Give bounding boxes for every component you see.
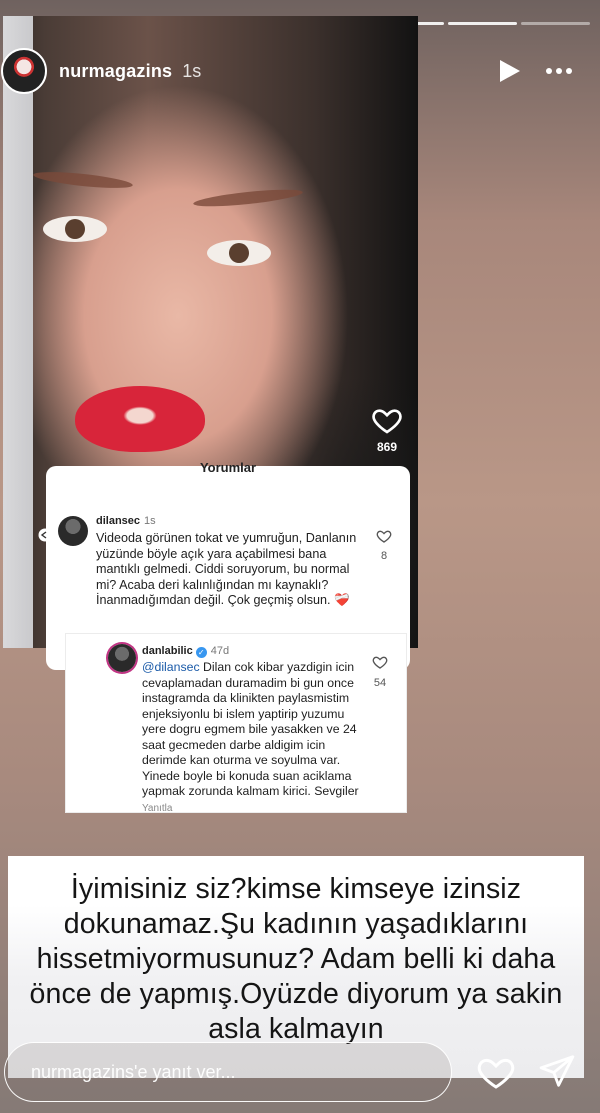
reply-mention[interactable]: @dilansec bbox=[142, 660, 200, 674]
face-lips bbox=[75, 386, 205, 452]
reply-age: 47d bbox=[210, 645, 230, 657]
story-time: 1s bbox=[182, 60, 202, 81]
reply-like-heart-icon[interactable] bbox=[372, 654, 388, 670]
reply-body: Dilan cok kibar yazdigin icin cevaplamad… bbox=[142, 660, 359, 798]
face-eye-left bbox=[43, 216, 107, 242]
heart-icon[interactable] bbox=[476, 1052, 516, 1092]
video-like-count: 869 bbox=[376, 440, 398, 454]
story-username[interactable]: nurmagazins bbox=[59, 61, 172, 82]
reply-input-placeholder: nurmagazins'e yanıt ver... bbox=[31, 1061, 236, 1082]
video-edge-strip bbox=[3, 16, 33, 648]
story-header: nurmagazins 1s bbox=[0, 44, 600, 98]
more-icon[interactable] bbox=[546, 68, 572, 74]
reply-arrow-icon bbox=[38, 528, 52, 542]
reply-username[interactable]: danlabilic bbox=[142, 645, 193, 657]
verified-badge-icon: ✓ bbox=[195, 647, 207, 658]
comment-text: Videoda görünen tokat ve yumruğun, Danla… bbox=[96, 531, 357, 607]
reply-card: danlabilic ✓ 47d @dilansec Dilan cok kibar… bbox=[66, 634, 406, 814]
play-icon[interactable] bbox=[500, 60, 520, 82]
send-icon[interactable] bbox=[538, 1052, 576, 1090]
reply-link[interactable]: Yanıtla bbox=[142, 803, 172, 814]
comment-like-heart-icon[interactable] bbox=[376, 528, 392, 544]
avatar[interactable] bbox=[1, 48, 47, 94]
reply-header: danlabilic ✓ 47d bbox=[142, 645, 229, 658]
comment-like-count: 8 bbox=[380, 550, 388, 562]
story-reply-input[interactable]: nurmagazins'e yanıt ver... bbox=[4, 1042, 452, 1102]
progress-segment bbox=[448, 22, 517, 25]
reply-text: @dilansec Dilan cok kibar yazdigin icin … bbox=[142, 660, 362, 800]
comment-header: dilansec 1s bbox=[96, 515, 156, 527]
reply-avatar[interactable] bbox=[108, 644, 136, 672]
progress-segment bbox=[521, 22, 590, 25]
comment-age: 1s bbox=[144, 515, 156, 527]
commenter-avatar[interactable] bbox=[58, 516, 88, 546]
video-like-heart-icon[interactable] bbox=[371, 404, 403, 436]
reply-like-count: 54 bbox=[373, 677, 387, 689]
face-eye-right bbox=[207, 240, 271, 266]
face-brow-left bbox=[32, 168, 134, 192]
comment-username[interactable]: dilansec bbox=[96, 515, 140, 527]
face-brow-right bbox=[192, 186, 304, 210]
comments-title: Yorumlar bbox=[199, 460, 257, 475]
